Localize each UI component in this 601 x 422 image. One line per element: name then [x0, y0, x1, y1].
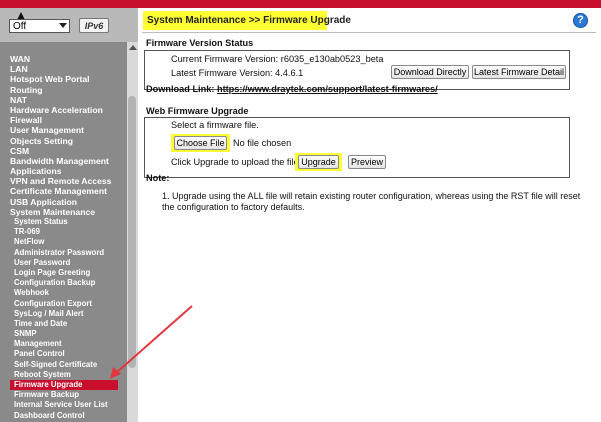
help-icon[interactable]: ?: [573, 13, 588, 28]
sidebar-item-webhook[interactable]: Webhook: [0, 288, 126, 298]
note-heading: Note:: [146, 173, 170, 183]
sidebar-item-nat[interactable]: NAT: [0, 95, 126, 105]
sidebar-item-wan[interactable]: WAN: [0, 54, 126, 64]
language-select-value: Off: [13, 21, 27, 32]
scroll-up-arrow-icon[interactable]: [129, 45, 137, 50]
main-content: System Maintenance >> Firmware Upgrade ?…: [138, 8, 601, 422]
sidebar-item-csm[interactable]: CSM: [0, 146, 126, 156]
web-upgrade-heading: Web Firmware Upgrade: [146, 106, 249, 116]
choose-file-button[interactable]: Choose File: [174, 136, 227, 150]
download-link-url[interactable]: https://www.draytek.com/support/latest-f…: [217, 84, 438, 94]
sidebar-item-reboot-system[interactable]: Reboot System: [0, 370, 126, 380]
sidebar-item-certificate-management[interactable]: Certificate Management: [0, 186, 126, 196]
sidebar-item-panel-control[interactable]: Panel Control: [0, 349, 126, 359]
sidebar-item-routing[interactable]: Routing: [0, 85, 126, 95]
sidebar-item-configuration-export[interactable]: Configuration Export: [0, 299, 126, 309]
sidebar-item-system-maintenance[interactable]: System Maintenance: [0, 207, 126, 217]
sidebar-item-bandwidth-management[interactable]: Bandwidth Management: [0, 156, 126, 166]
preview-button[interactable]: Preview: [348, 155, 386, 169]
sidebar-item-tr-069[interactable]: TR-069: [0, 227, 126, 237]
sidebar: Off IPv6 WAN LAN Hotspot Web Portal Routing…: [0, 8, 138, 422]
sidebar-item-management[interactable]: Management: [0, 339, 126, 349]
current-firmware-version: Current Firmware Version: r6035_e130ab05…: [171, 54, 384, 64]
select-firmware-text: Select a firmware file.: [171, 120, 259, 130]
sidebar-item-login-page-greeting[interactable]: Login Page Greeting: [0, 268, 126, 278]
sidebar-item-dashboard-control[interactable]: Dashboard Control: [0, 411, 126, 421]
file-status-text: No file chosen: [233, 138, 292, 148]
note-item: 1. Upgrade using the ALL file will retai…: [162, 191, 581, 212]
title-divider: [142, 32, 596, 33]
sidebar-item-applications[interactable]: Applications: [0, 166, 126, 176]
upgrade-button[interactable]: Upgrade: [298, 155, 339, 169]
sidebar-item-netflow[interactable]: NetFlow: [0, 237, 126, 247]
sidebar-item-firewall[interactable]: Firewall: [0, 115, 126, 125]
top-brand-bar: [0, 0, 601, 8]
sidebar-item-system-status[interactable]: System Status: [0, 217, 126, 227]
sidebar-item-internal-service-user-list[interactable]: Internal Service User List: [0, 400, 126, 410]
sidebar-item-hardware-acceleration[interactable]: Hardware Acceleration: [0, 105, 126, 115]
sidebar-item-vpn-and-remote-access[interactable]: VPN and Remote Access: [0, 176, 126, 186]
sidebar-scrollbar-thumb[interactable]: [128, 96, 136, 368]
version-status-heading: Firmware Version Status: [146, 38, 254, 48]
sidebar-item-user-management[interactable]: User Management: [0, 125, 126, 135]
sidebar-item-lan[interactable]: LAN: [0, 64, 126, 74]
upgrade-instruction: Click Upgrade to upload the file.: [171, 157, 302, 167]
ipv6-badge[interactable]: IPv6: [79, 18, 109, 33]
sidebar-item-administrator-password[interactable]: Administrator Password: [0, 248, 126, 258]
chevron-down-icon: [59, 23, 67, 28]
page-title: System Maintenance >> Firmware Upgrade: [147, 15, 351, 26]
latest-firmware-version: Latest Firmware Version: 4.4.6.1: [171, 68, 304, 78]
sidebar-item-firmware-backup[interactable]: Firmware Backup: [0, 390, 126, 400]
sidebar-item-configuration-backup[interactable]: Configuration Backup: [0, 278, 126, 288]
sidebar-item-objects-setting[interactable]: Objects Setting: [0, 136, 126, 146]
sidebar-item-user-password[interactable]: User Password: [0, 258, 126, 268]
sidebar-item-time-and-date[interactable]: Time and Date: [0, 319, 126, 329]
sidebar-item-self-signed-certificate[interactable]: Self-Signed Certificate: [0, 360, 126, 370]
sidebar-item-hotspot-web-portal[interactable]: Hotspot Web Portal: [0, 74, 126, 84]
sidebar-item-snmp[interactable]: SNMP: [0, 329, 126, 339]
download-link-row: Download Link: https://www.draytek.com/s…: [146, 83, 438, 95]
language-select[interactable]: Off: [9, 19, 70, 33]
sidebar-item-usb-application[interactable]: USB Application: [0, 197, 126, 207]
latest-firmware-detail-button[interactable]: Latest Firmware Detail: [472, 65, 566, 79]
sidebar-item-syslog-mail-alert[interactable]: SysLog / Mail Alert: [0, 309, 126, 319]
sidebar-menu: WAN LAN Hotspot Web Portal Routing NAT Hardwa…: [0, 54, 126, 422]
sidebar-item-firmware-upgrade[interactable]: Firmware Upgrade: [10, 380, 118, 391]
download-directly-button[interactable]: Download Directly: [391, 65, 469, 79]
download-link-label: Download Link:: [146, 84, 215, 94]
